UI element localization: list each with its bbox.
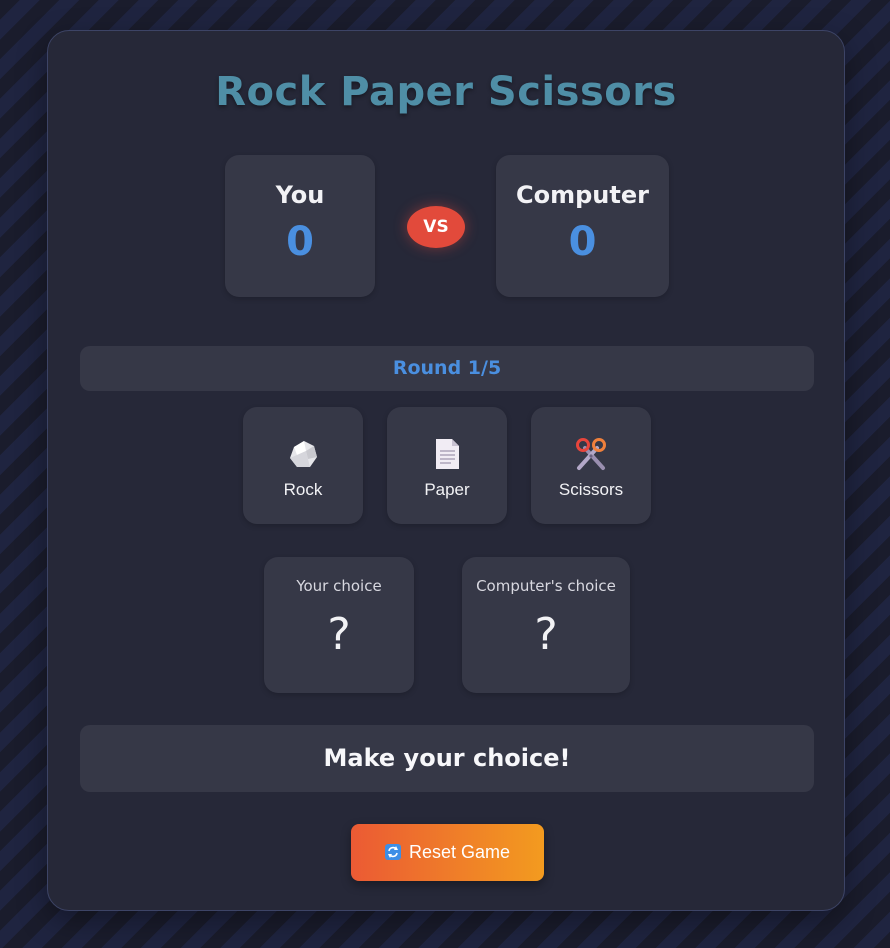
player-score: 0 (286, 219, 314, 265)
result-message: Make your choice! (80, 725, 814, 792)
game-card: Rock Paper Scissors You 0 VS Computer 0 … (47, 30, 845, 911)
player-choice-value: ? (327, 609, 351, 660)
reset-game-button[interactable]: Reset Game (351, 824, 544, 881)
paper-button[interactable]: Paper (387, 407, 507, 524)
paper-label: Paper (424, 480, 470, 499)
scissors-button[interactable]: Scissors (531, 407, 651, 524)
reset-game-label: Reset Game (408, 842, 511, 862)
computer-choice-label: Computer's choice (476, 577, 616, 595)
rock-icon (290, 441, 317, 467)
scissors-label: Scissors (558, 480, 624, 499)
computer-score: 0 (568, 219, 597, 265)
computer-score-card: Computer 0 (496, 155, 669, 297)
rock-label: Rock (283, 480, 323, 499)
player-score-card: You 0 (225, 155, 375, 297)
computer-choice-display: Computer's choice ? (462, 557, 630, 693)
computer-choice-value: ? (534, 609, 558, 660)
vs-badge: VS (407, 206, 465, 248)
player-choice-display: Your choice ? (264, 557, 414, 693)
player-label: You (275, 181, 325, 209)
paper-icon (436, 439, 459, 469)
refresh-icon (384, 844, 401, 860)
game-title: Rock Paper Scissors (215, 69, 677, 115)
computer-label: Computer (516, 181, 649, 209)
rock-button[interactable]: Rock (243, 407, 363, 524)
player-choice-label: Your choice (296, 577, 382, 595)
scissors-icon (576, 438, 606, 470)
round-indicator: Round 1/5 (80, 346, 814, 391)
